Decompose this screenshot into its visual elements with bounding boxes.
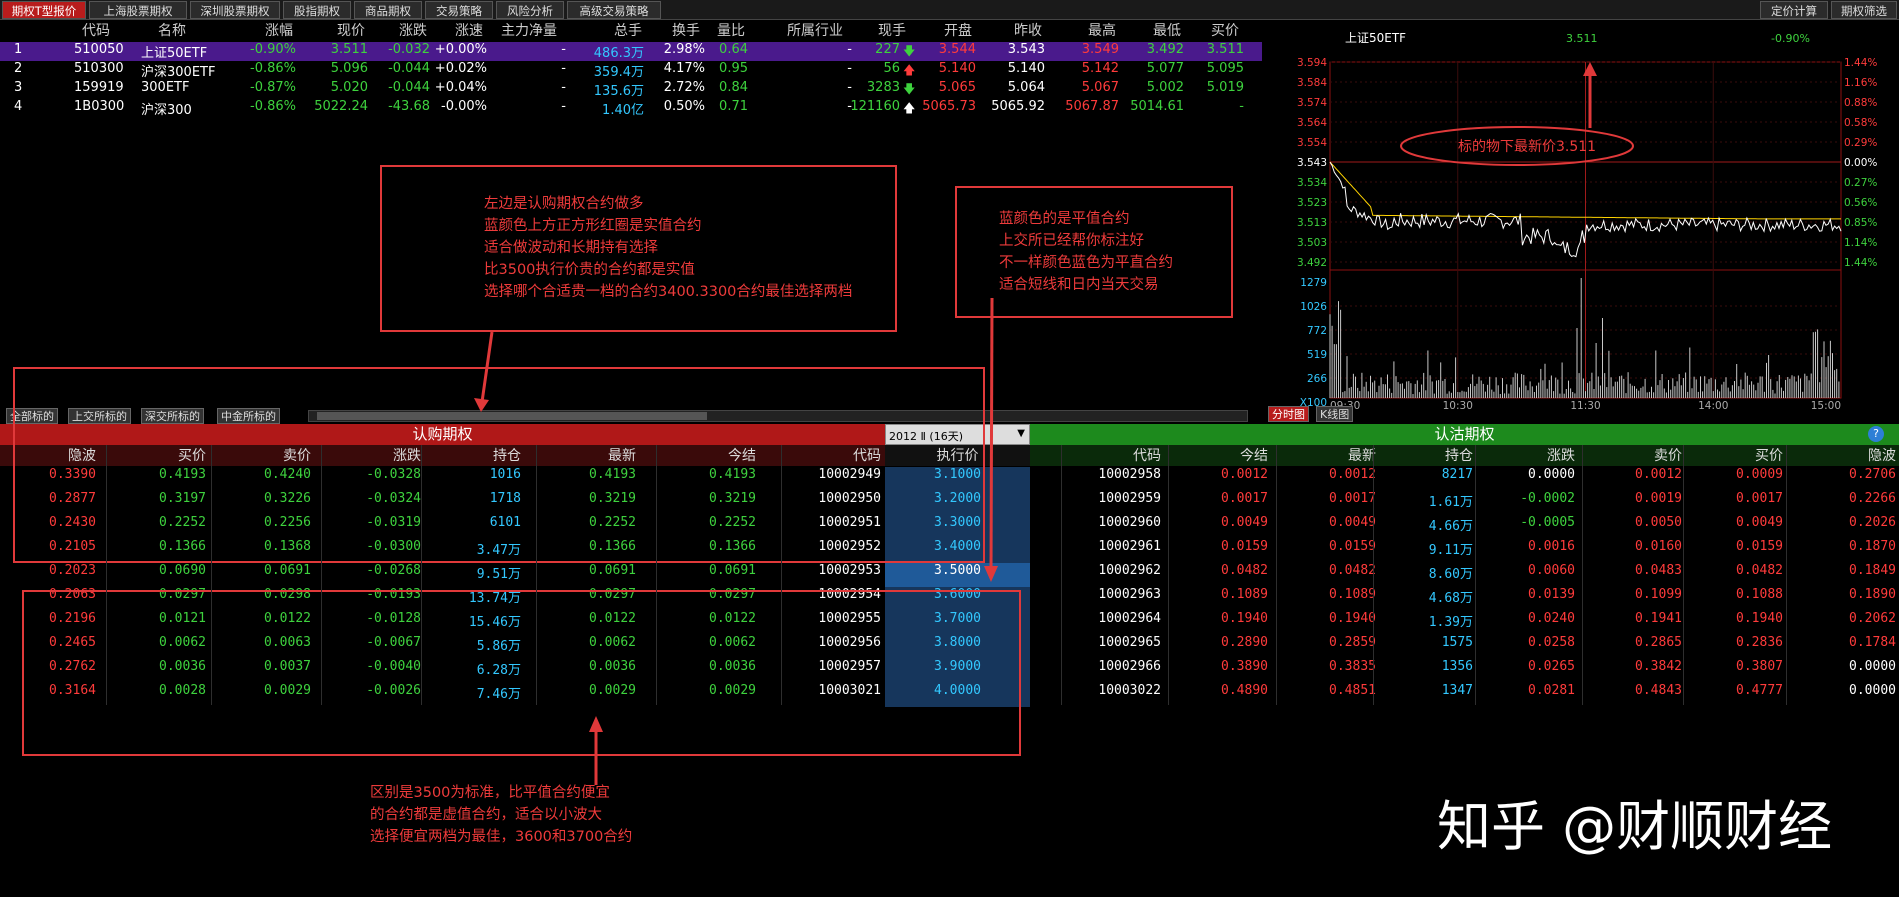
watermark: 知乎 @财顺财经 bbox=[1437, 795, 1833, 858]
column-divider bbox=[1683, 445, 1684, 705]
column-divider bbox=[656, 445, 657, 705]
column-divider bbox=[1475, 445, 1476, 705]
annotation-line: 区别是3500为标准，比平值合约便宜 bbox=[370, 785, 610, 801]
column-divider bbox=[1168, 445, 1169, 705]
annotation-line: 选择便宜两档为最佳，3600和3700合约 bbox=[370, 829, 633, 845]
column-divider bbox=[211, 445, 212, 705]
column-divider bbox=[1786, 445, 1787, 705]
column-divider bbox=[421, 445, 422, 705]
column-divider bbox=[321, 445, 322, 705]
column-divider bbox=[1373, 445, 1374, 705]
annotation-arrowhead bbox=[984, 566, 998, 582]
column-divider bbox=[1061, 445, 1062, 705]
column-divider bbox=[1276, 445, 1277, 705]
column-divider bbox=[536, 445, 537, 705]
annotation-arrow bbox=[989, 297, 994, 571]
column-divider bbox=[781, 445, 782, 705]
annotation-arrowhead bbox=[474, 398, 489, 412]
column-divider bbox=[106, 445, 107, 705]
annotation-arrowhead bbox=[589, 716, 603, 732]
annotation-text-otm: 区别是3500为标准，比平值合约便宜 的合约都是虚值合约，适合以小波大 选择便宜… bbox=[370, 782, 632, 848]
column-divider bbox=[1582, 445, 1583, 705]
annotation-arrows bbox=[474, 297, 998, 785]
annotation-line: 的合约都是虚值合约，适合以小波大 bbox=[370, 807, 602, 823]
annotation-arrow bbox=[480, 331, 494, 403]
